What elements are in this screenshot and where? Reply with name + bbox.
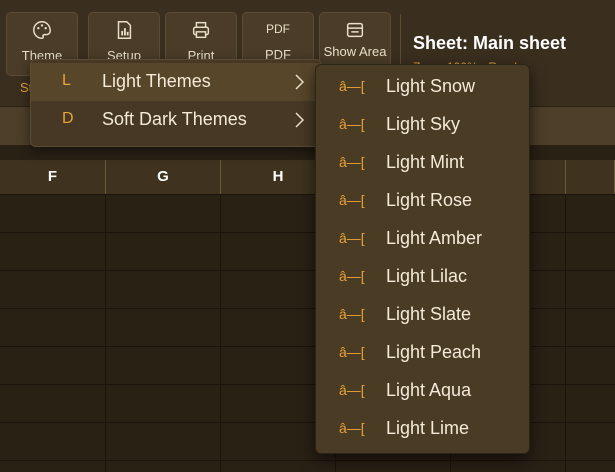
submenu-item-label: Light Lilac	[386, 266, 468, 286]
theme-swatch-icon: â—[	[339, 382, 365, 398]
chevron-right-icon	[295, 112, 305, 128]
theme-swatch-icon: â—[	[339, 154, 365, 170]
submenu-item-light-mint[interactable]: â—[ Light Mint	[316, 143, 529, 181]
light-themes-submenu: â—[ Light Snow â—[ Light Sky â—[ Light M…	[315, 64, 530, 454]
show-area-icon	[346, 22, 364, 38]
submenu-item-label: Light Snow	[386, 76, 476, 96]
column-header-g[interactable]: G	[106, 160, 221, 194]
theme-swatch-icon: â—[	[339, 78, 365, 94]
show-area-button-label: Show Area	[323, 44, 387, 59]
theme-context-menu: L Light Themes D Soft Dark Themes	[30, 59, 322, 147]
sheet-title: Sheet: Main sheet	[413, 33, 567, 53]
theme-swatch-icon: â—[	[339, 192, 365, 208]
page-setup-icon	[117, 21, 132, 39]
submenu-item-light-sky[interactable]: â—[ Light Sky	[316, 105, 529, 143]
submenu-item-light-rose[interactable]: â—[ Light Rose	[316, 181, 529, 219]
menu-item-label: Light Themes	[102, 71, 211, 91]
palette-icon	[33, 21, 51, 39]
column-line	[565, 194, 566, 472]
submenu-item-label: Light Amber	[386, 228, 483, 248]
submenu-item-light-slate[interactable]: â—[ Light Slate	[316, 295, 529, 333]
submenu-item-label: Light Mint	[386, 152, 465, 172]
dark-theme-icon: D	[62, 110, 74, 127]
submenu-item-label: Light Rose	[386, 190, 473, 210]
submenu-item-light-amber[interactable]: â—[ Light Amber	[316, 219, 529, 257]
column-header-f[interactable]: F	[0, 160, 106, 194]
theme-swatch-icon: â—[	[339, 420, 365, 436]
row-line	[0, 460, 615, 461]
submenu-item-label: Light Sky	[386, 114, 461, 134]
theme-swatch-icon: â—[	[339, 230, 365, 246]
submenu-item-light-lime[interactable]: â—[ Light Lime	[316, 409, 529, 447]
submenu-item-label: Light Lime	[386, 418, 470, 438]
submenu-item-label: Light Slate	[386, 304, 472, 324]
submenu-item-label: Light Aqua	[386, 380, 472, 400]
theme-swatch-icon: â—[	[339, 344, 365, 360]
menu-item-label: Soft Dark Themes	[102, 109, 247, 129]
light-theme-icon: L	[62, 72, 71, 89]
theme-swatch-icon: â—[	[339, 306, 365, 322]
chevron-right-icon	[295, 74, 305, 90]
theme-swatch-icon: â—[	[339, 116, 365, 132]
pdf-icon: PDF	[266, 22, 290, 36]
submenu-item-light-peach[interactable]: â—[ Light Peach	[316, 333, 529, 371]
column-line	[105, 194, 106, 472]
printer-icon	[192, 21, 210, 39]
column-line	[220, 194, 221, 472]
submenu-item-light-aqua[interactable]: â—[ Light Aqua	[316, 371, 529, 409]
submenu-item-label: Light Peach	[386, 342, 482, 362]
submenu-item-light-lilac[interactable]: â—[ Light Lilac	[316, 257, 529, 295]
menu-item-soft-dark-themes[interactable]: D Soft Dark Themes	[31, 101, 321, 139]
submenu-item-light-snow[interactable]: â—[ Light Snow	[316, 67, 529, 105]
column-header-k[interactable]	[566, 160, 615, 194]
theme-swatch-icon: â—[	[339, 268, 365, 284]
menu-item-light-themes[interactable]: L Light Themes	[31, 63, 321, 101]
